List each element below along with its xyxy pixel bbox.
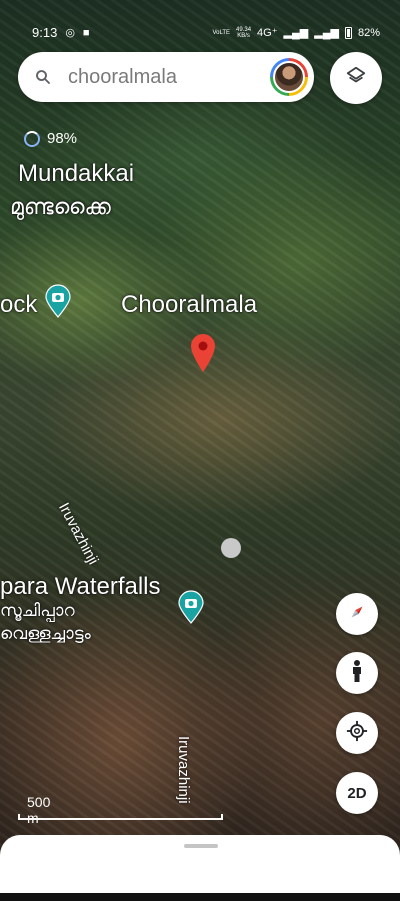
search-bar[interactable]: chooralmala [18, 52, 314, 102]
compass-icon [346, 601, 368, 628]
my-location-button[interactable] [336, 712, 378, 754]
status-time: 9:13 [32, 25, 58, 40]
view-mode-label: 2D [347, 784, 367, 802]
label-waterfalls-malayalam-2[interactable]: വെള്ളച്ചാട്ടം [0, 624, 91, 644]
map-marker-dot[interactable] [221, 538, 241, 558]
volte-indicator: VoLTE [212, 29, 231, 36]
camera-icon[interactable] [177, 590, 205, 624]
label-mundakkai[interactable]: Mundakkai [18, 160, 134, 188]
loading-spinner-icon [24, 130, 40, 147]
status-bar: 9:13 ◎ ■ VoLTE 49.34 KB/s 4G⁺ ▂▄▆ ▂▄▆ 82… [0, 0, 400, 48]
bottom-sheet[interactable] [0, 835, 400, 901]
camera-icon[interactable] [44, 284, 72, 318]
view-mode-2d-button[interactable]: 2D [336, 772, 378, 814]
search-icon[interactable] [18, 68, 62, 86]
scale-bar [18, 814, 223, 820]
network-speed: 49.34 KB/s [236, 26, 252, 39]
battery-icon [344, 26, 352, 39]
map-loading-indicator: 98% [24, 130, 77, 147]
layers-icon [345, 65, 367, 92]
pegman-icon [347, 659, 367, 688]
label-waterfalls[interactable]: para Waterfalls [0, 573, 161, 601]
account-avatar[interactable] [270, 58, 308, 96]
label-chooralmala[interactable]: Chooralmala [121, 291, 257, 319]
system-nav-strip [0, 893, 400, 901]
whatsapp-icon: ◎ [65, 27, 75, 39]
road-label-iruvazhinji-2: Iruvazhinji [175, 736, 192, 804]
my-location-icon [346, 720, 368, 747]
scale-label: 500 m [27, 794, 51, 826]
loading-percent: 98% [47, 130, 78, 147]
message-icon: ■ [82, 26, 90, 39]
compass-button[interactable] [336, 593, 378, 635]
battery-percent: 82% [357, 26, 380, 39]
network-type: 4G⁺ [257, 27, 278, 39]
location-pin-icon[interactable] [190, 333, 216, 378]
sheet-drag-handle[interactable] [184, 844, 218, 848]
label-waterfalls-malayalam-1[interactable]: സൂചിപ്പാറ [0, 601, 75, 621]
signal-icon-2: ▂▄▆ [314, 27, 339, 39]
layers-button[interactable] [330, 52, 382, 104]
search-input[interactable]: chooralmala [62, 66, 270, 89]
street-view-button[interactable] [336, 652, 378, 694]
label-mundakkai-malayalam[interactable]: മുണ്ടക്കൈ [10, 194, 111, 220]
label-rock-partial[interactable]: ock [0, 291, 37, 319]
signal-icon: ▂▄▆ [283, 27, 309, 39]
